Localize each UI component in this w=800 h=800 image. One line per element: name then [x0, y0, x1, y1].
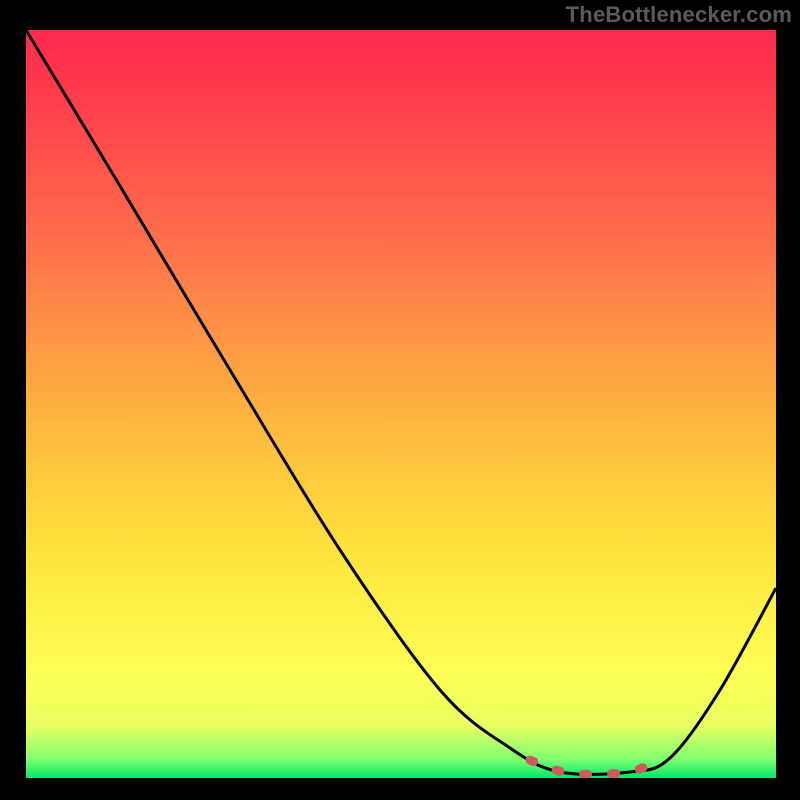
chart-frame: TheBottlenecker.com: [0, 0, 800, 800]
watermark-text: TheBottlenecker.com: [566, 2, 792, 28]
gradient-background: [26, 30, 776, 778]
bottleneck-chart: [0, 0, 800, 800]
